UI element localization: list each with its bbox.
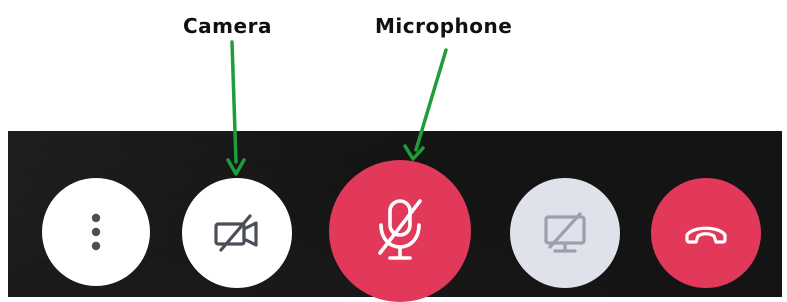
more-vertical-icon [90, 212, 102, 252]
more-options-button[interactable] [42, 178, 150, 286]
microphone-annotation-label: Microphone [375, 14, 513, 38]
mic-off-icon [372, 195, 428, 267]
camera-toggle-button[interactable] [182, 178, 292, 288]
hang-up-button[interactable] [651, 178, 761, 288]
microphone-toggle-button[interactable] [329, 160, 471, 302]
screen-share-off-icon [540, 211, 590, 255]
screen-share-button[interactable] [510, 178, 620, 288]
camera-off-icon [212, 212, 262, 254]
camera-annotation-label: Camera [183, 14, 272, 38]
phone-hangup-icon [683, 221, 729, 245]
